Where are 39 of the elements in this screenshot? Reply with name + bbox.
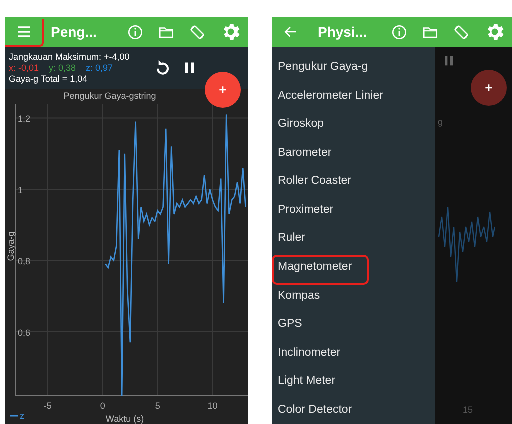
back-icon[interactable]: [283, 24, 299, 40]
y-tick-label: 1: [18, 185, 24, 196]
drawer-item[interactable]: Accelerometer Linier: [272, 90, 384, 102]
range-text: Jangkauan Maksimum: +-4,00: [9, 52, 131, 62]
drawer-item[interactable]: GPS: [272, 318, 302, 330]
drawer-item[interactable]: Giroskop: [272, 118, 324, 130]
screen-rotation-icon[interactable]: [453, 24, 470, 40]
drawer-item[interactable]: Proximeter: [272, 204, 334, 216]
drawer-item[interactable]: Color Detector: [272, 404, 352, 416]
info-icon[interactable]: [391, 24, 408, 40]
x-tick-label: -5: [44, 401, 52, 411]
drawer-item[interactable]: Roller Coaster: [272, 175, 352, 188]
y-tick-label: 1,2: [18, 114, 31, 124]
legend-label: z: [20, 411, 24, 421]
drawer-item[interactable]: Light Meter: [272, 375, 336, 388]
drawer-item[interactable]: Kompas: [272, 290, 320, 302]
x-tick-label: 10: [208, 401, 218, 411]
x-tick-label: 5: [155, 401, 160, 411]
drawer-item[interactable]: Barometer: [272, 146, 332, 159]
drawer-item[interactable]: Magnetometer: [272, 260, 352, 273]
drawer-item[interactable]: Ruler: [272, 232, 306, 244]
info-icon[interactable]: [127, 24, 144, 40]
axis-reading: x: -0,01: [9, 63, 40, 73]
y-axis-label: Gaya-g: [6, 232, 16, 262]
y-tick-label: 0,8: [18, 256, 31, 267]
x-axis-label: Waktu (s): [106, 414, 144, 424]
app-title: Physi...: [318, 24, 368, 40]
screen-rotation-icon[interactable]: [189, 24, 206, 40]
axis-reading: z: 0,97: [86, 63, 114, 73]
drawer-item[interactable]: Pengukur Gaya-g: [272, 61, 368, 74]
chart-title: Pengukur Gaya-gstring: [64, 91, 156, 101]
drawer-item[interactable]: Inclinometer: [272, 346, 341, 359]
chart-title-fragment: g: [438, 117, 444, 127]
y-tick-label: 0,6: [18, 328, 31, 338]
app-title: Peng...: [51, 24, 97, 40]
x-tick-label: 0: [100, 401, 106, 411]
axis-reading: y: 0,38: [49, 63, 76, 73]
total-text: Gaya-g Total = 1,04: [9, 74, 89, 84]
x-tick-label: 15: [463, 405, 474, 415]
